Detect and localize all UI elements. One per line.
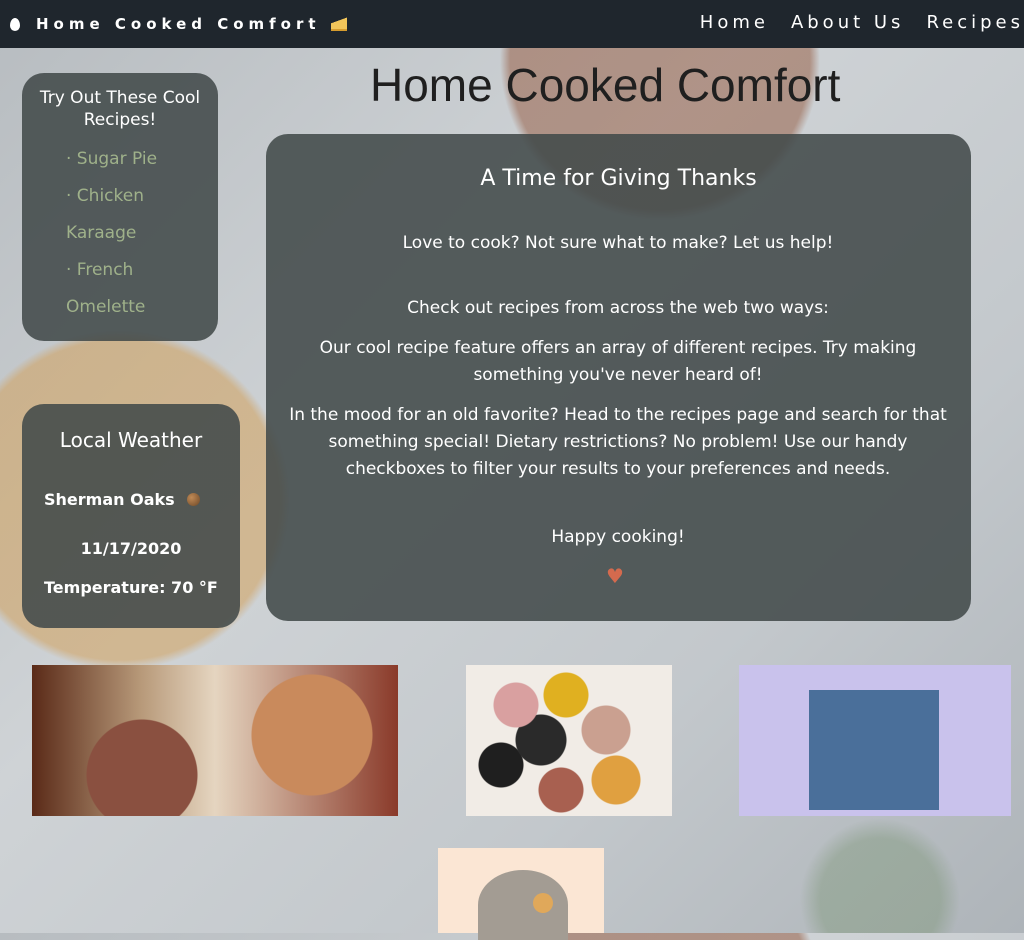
cat-figure	[478, 870, 568, 940]
top-nav: Home Cooked Comfort Home About Us Recipe…	[0, 0, 1024, 48]
ways-text: Check out recipes from across the web tw…	[407, 298, 829, 318]
nav-link-recipes[interactable]: Recipes	[926, 12, 1024, 33]
main-heading: A Time for Giving Thanks	[480, 166, 757, 191]
egg-icon	[10, 17, 20, 31]
weather-temperature: Temperature: 70 °F	[44, 578, 218, 597]
feature-text: Our cool recipe feature offers an array …	[319, 338, 917, 385]
chef-rat-image	[32, 665, 398, 816]
cat-cookie-image	[438, 848, 604, 940]
weather-icon	[186, 493, 200, 506]
recipes-list: · Sugar Pie · Chicken Karaage · French O…	[22, 141, 218, 326]
sweets-image	[466, 665, 672, 816]
nav-link-home[interactable]: Home	[700, 12, 769, 33]
intro-text: Love to cook? Not sure what to make? Let…	[402, 233, 834, 253]
recipe-link-sugar-pie[interactable]: · Sugar Pie	[66, 141, 218, 178]
nav-links: Home About Us Recipes	[678, 12, 1024, 33]
weather-city: Sherman Oaks	[44, 490, 200, 509]
brand-text[interactable]: Home Cooked Comfort	[36, 15, 321, 33]
search-text: In the mood for an old favorite? Head to…	[289, 405, 947, 479]
heart-icon: ♥	[606, 564, 624, 588]
bento-box-image	[739, 665, 1011, 816]
weather-city-name: Sherman Oaks	[44, 490, 175, 509]
nav-link-about[interactable]: About Us	[791, 12, 905, 33]
cookie-figure	[533, 893, 553, 913]
recipes-panel: Try Out These Cool Recipes! · Sugar Pie …	[22, 73, 218, 341]
main-panel: A Time for Giving Thanks Love to cook? N…	[266, 134, 971, 621]
closing-text: Happy cooking!	[551, 527, 685, 547]
cheese-icon	[330, 17, 347, 31]
brand[interactable]: Home Cooked Comfort	[10, 15, 347, 33]
page-title: Home Cooked Comfort	[370, 59, 841, 111]
weather-title: Local Weather	[59, 428, 203, 452]
recipe-link-french-omelette[interactable]: · French Omelette	[44, 252, 218, 326]
weather-panel: Local Weather Sherman Oaks 11/17/2020 Te…	[22, 404, 240, 628]
recipes-panel-title: Try Out These Cool Recipes!	[39, 88, 201, 130]
recipe-link-chicken-karaage[interactable]: · Chicken Karaage	[44, 178, 218, 252]
weather-date: 11/17/2020	[80, 539, 182, 558]
